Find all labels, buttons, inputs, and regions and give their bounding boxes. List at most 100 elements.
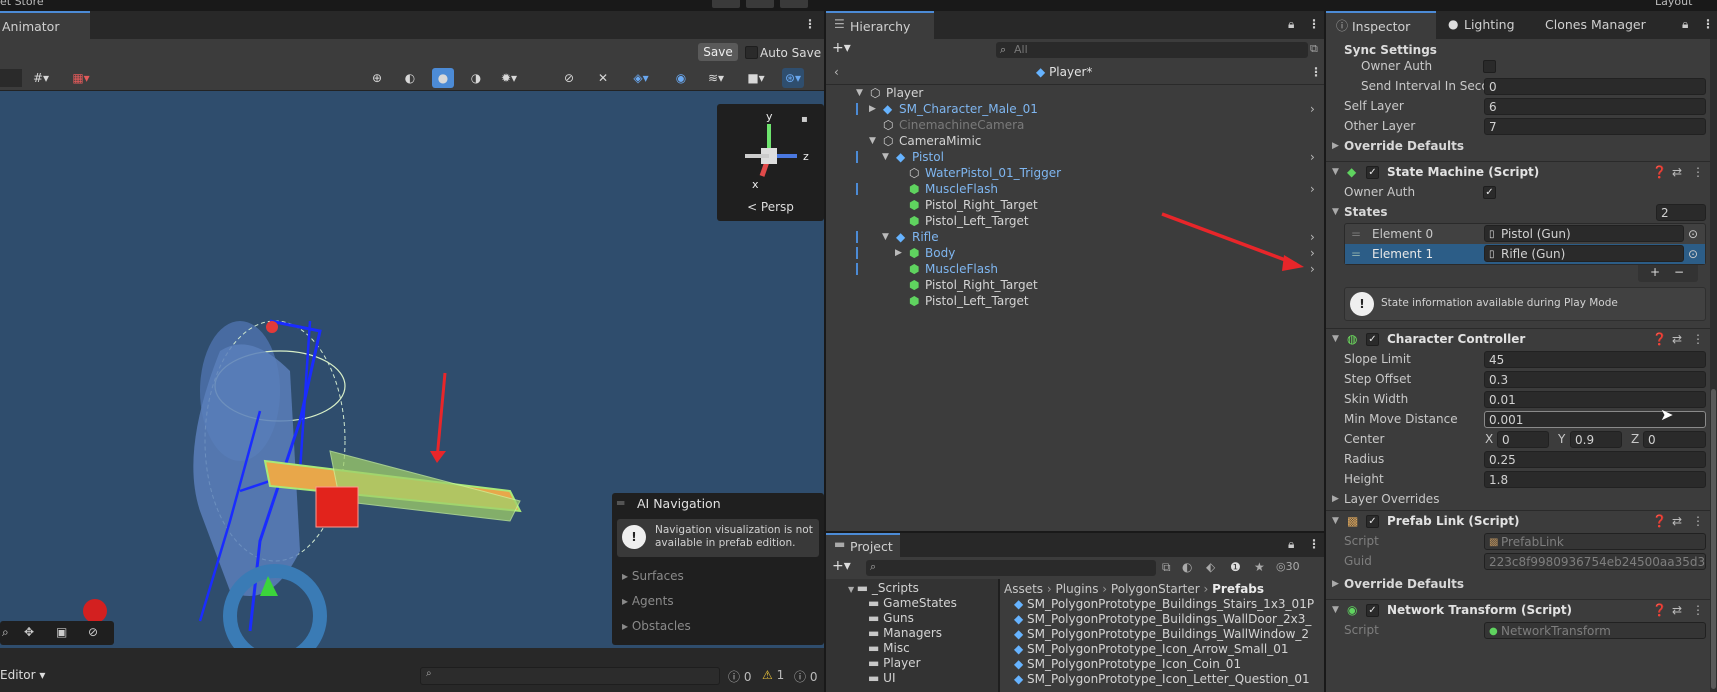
warning-count[interactable]: ⚠ 1 <box>762 668 784 682</box>
panel-menu-icon[interactable]: ⋮ <box>1702 17 1714 31</box>
audio-mute-icon[interactable]: ⊘ <box>558 68 580 88</box>
network-transform-enabled-checkbox[interactable]: ✓ <box>1366 604 1379 617</box>
gizmos-icon[interactable]: ⊛▾ <box>782 68 804 88</box>
character-controller-enabled-checkbox[interactable]: ✓ <box>1366 333 1379 346</box>
slope-limit-field[interactable]: 45 <box>1484 351 1706 368</box>
folder-item[interactable]: ▬ UI <box>868 671 895 686</box>
compass-icon[interactable]: ⊘ <box>88 625 98 639</box>
component-menu-icon[interactable]: ⋮ <box>1692 162 1704 183</box>
fold-arrow-icon[interactable]: ▼ <box>848 585 857 594</box>
layer-field[interactable] <box>0 69 22 87</box>
label-filter-icon[interactable]: ⬖ <box>1206 560 1215 574</box>
preset-icon[interactable]: ⇄ <box>1672 162 1682 183</box>
open-prefab-chevron-icon[interactable]: › <box>1310 181 1315 197</box>
alert-filter-icon[interactable]: ❶ <box>1230 560 1241 574</box>
hierarchy-row[interactable]: ▶ ◆ SM_Character_Male_01 › <box>826 101 1324 117</box>
info-count[interactable]: ⓘ 0 <box>728 668 751 685</box>
hierarchy-row[interactable]: ⬡ CinemachineCamera <box>826 117 1324 133</box>
center-y-field[interactable]: 0.9 <box>1570 431 1622 448</box>
panel-menu-icon[interactable]: ⋮ <box>1308 17 1320 31</box>
orientation-gizmo[interactable]: y z x ▪ < Persp <box>717 104 824 221</box>
axis-gizmo-icon[interactable]: y z x ▪ <box>717 104 824 199</box>
hierarchy-row[interactable]: ▼ ⬡ Player <box>826 85 1324 101</box>
layers-icon[interactable]: ◈▾ <box>630 68 652 88</box>
state-machine-enabled-checkbox[interactable]: ✓ <box>1366 166 1379 179</box>
section-obstacles[interactable]: ▸ Obstacles <box>622 619 691 633</box>
preset-icon[interactable]: ⇄ <box>1672 329 1682 350</box>
grid-snap-icon[interactable]: #▾ <box>30 68 52 88</box>
auto-save-checkbox[interactable] <box>745 46 758 59</box>
scene-viewport[interactable]: y z x ▪ < Persp ═ AI Navigation ! Naviga… <box>0 91 824 648</box>
section-agents[interactable]: ▸ Agents <box>622 594 674 608</box>
breadcrumb-item[interactable]: Prefabs <box>1212 582 1264 596</box>
component-menu-icon[interactable]: ⋮ <box>1692 511 1704 532</box>
preset-icon[interactable]: ⇄ <box>1672 600 1682 621</box>
file-item[interactable]: ◆ SM_PolygonPrototype_Icon_Letter_Questi… <box>1014 672 1310 687</box>
fold-arrow-icon[interactable]: ▼ <box>882 149 894 165</box>
prefab-link-header[interactable]: ▼ ▩ ✓ Prefab Link (Script) ❓ ⇄ ⋮ <box>1326 510 1710 531</box>
create-button[interactable]: +▾ <box>832 558 851 574</box>
drag-handle-icon[interactable]: = <box>1351 224 1361 244</box>
file-item[interactable]: ◆ SM_PolygonPrototype_Buildings_Stairs_1… <box>1014 597 1314 612</box>
help-icon[interactable]: ❓ <box>1652 329 1667 350</box>
asset-store-label[interactable]: et Store <box>0 0 44 8</box>
layout-dropdown[interactable]: Layout <box>1655 0 1692 8</box>
element-1-field[interactable]: ▯ Rifle (Gun) <box>1484 245 1684 262</box>
add-button[interactable]: +▾ <box>832 40 851 56</box>
scene-filter-icon[interactable]: ⧉ <box>1310 42 1318 56</box>
project-search-input[interactable]: ⌕ <box>866 560 1156 576</box>
self-layer-field[interactable]: 6 <box>1484 98 1706 115</box>
component-menu-icon[interactable]: ⋮ <box>1692 329 1704 350</box>
panel-menu-icon[interactable]: ⋮ <box>804 17 816 31</box>
hierarchy-row[interactable]: ⬢ Pistol_Left_Target <box>826 293 1324 309</box>
error-count[interactable]: ⓘ 0 <box>794 668 817 685</box>
view-tool-icon[interactable]: ⌕ <box>2 625 9 640</box>
step-offset-field[interactable]: 0.3 <box>1484 371 1706 388</box>
persp-label[interactable]: < Persp <box>717 200 824 214</box>
visibility-icon[interactable]: ◉ <box>670 68 692 88</box>
breadcrumb-item[interactable]: PolygonStarter <box>1111 582 1200 596</box>
fold-arrow-icon[interactable]: ▼ <box>869 133 881 149</box>
search-filter-icon[interactable]: ⧉ <box>1162 560 1171 575</box>
tab-animator[interactable]: Animator <box>0 11 90 39</box>
console-search-input[interactable]: ⌕ <box>420 667 720 685</box>
center-z-field[interactable]: 0 <box>1643 431 1706 448</box>
lit-sphere-icon[interactable]: ● <box>432 68 454 88</box>
component-menu-icon[interactable]: ⋮ <box>1692 600 1704 621</box>
folder-item[interactable]: ▬ Managers <box>868 626 942 641</box>
other-layer-field[interactable]: 7 <box>1484 118 1706 135</box>
file-item[interactable]: ◆ SM_PolygonPrototype_Buildings_WallWind… <box>1014 627 1309 642</box>
shaded-sphere-icon[interactable]: ◐ <box>399 68 421 88</box>
play-button[interactable] <box>712 0 740 8</box>
fold-arrow-icon[interactable]: ▶ <box>869 101 881 117</box>
file-item[interactable]: ◆ SM_PolygonPrototype_Icon_Coin_01 <box>1014 657 1241 672</box>
hierarchy-empty-area[interactable] <box>826 212 1324 531</box>
help-icon[interactable]: ❓ <box>1652 162 1667 183</box>
file-item[interactable]: ◆ SM_PolygonPrototype_Icon_Arrow_Small_0… <box>1014 642 1289 657</box>
state-machine-header[interactable]: ▼ ◆ ✓ State Machine (Script) ❓ ⇄ ⋮ <box>1326 161 1710 182</box>
hierarchy-row[interactable]: ⬢ MuscleFlash › <box>826 181 1324 197</box>
preset-icon[interactable]: ⇄ <box>1672 511 1682 532</box>
fx-icon[interactable]: ✕ <box>592 68 614 88</box>
folder-item[interactable]: ▬ Guns <box>868 611 914 626</box>
step-button[interactable] <box>780 0 808 8</box>
hierarchy-row[interactable]: ▼ ⬡ CameraMimic <box>826 133 1324 149</box>
remove-element-button[interactable]: − <box>1674 265 1684 279</box>
layer-overrides-foldout[interactable]: ▶ Layer Overrides <box>1326 489 1710 509</box>
state-element-1[interactable]: = Element 1 ▯ Rifle (Gun) ⊙ <box>1345 244 1705 264</box>
rect-tool-icon[interactable]: ▣ <box>56 625 67 639</box>
hierarchy-row[interactable]: ⬡ WaterPistol_01_Trigger <box>826 165 1324 181</box>
hidden-count[interactable]: ◎30 <box>1276 560 1300 573</box>
prefab-menu-icon[interactable]: ⋮ <box>1310 65 1322 79</box>
folder-item[interactable]: ▬ Player <box>868 656 921 671</box>
sm-owner-auth-checkbox[interactable]: ✓ <box>1483 186 1496 199</box>
favorite-icon[interactable]: ★ <box>1254 560 1265 574</box>
send-interval-field[interactable]: 0 <box>1484 78 1706 95</box>
wire-sphere-icon[interactable]: ◑ <box>465 68 487 88</box>
stack-icon[interactable]: ≋▾ <box>705 68 727 88</box>
lock-icon[interactable]: 🔒︎ <box>1288 537 1294 552</box>
override-defaults-foldout[interactable]: ▶ Override Defaults <box>1326 136 1710 156</box>
state-element-0[interactable]: = Element 0 ▯ Pistol (Gun) ⊙ <box>1345 224 1705 244</box>
folder-item[interactable]: ▬ Misc <box>868 641 910 656</box>
open-prefab-chevron-icon[interactable]: › <box>1310 101 1315 117</box>
